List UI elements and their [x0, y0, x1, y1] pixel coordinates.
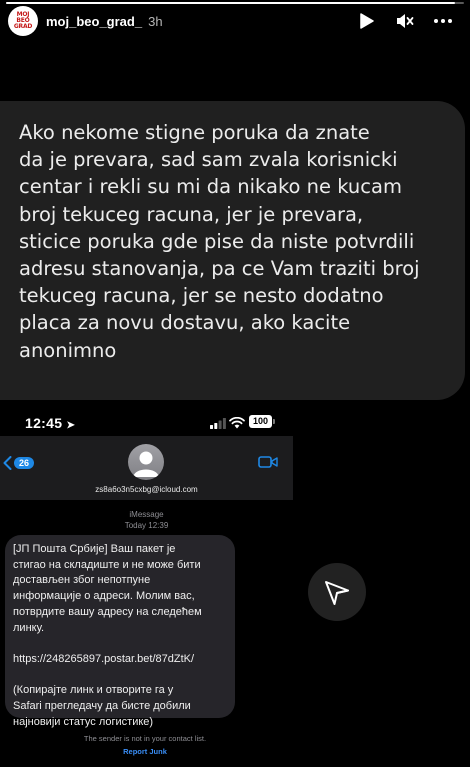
status-bar: 12:45 ➤ 100 — [0, 415, 293, 431]
back-button[interactable]: 26 — [3, 456, 35, 470]
contact-email[interactable]: zs8a6o3n5cxbg@icloud.com — [0, 485, 293, 494]
send-button[interactable] — [308, 563, 366, 621]
story-header: MOJ BEO GRAD moj_beo_grad_ 3h — [0, 4, 470, 38]
mute-icon[interactable] — [396, 12, 414, 30]
imessage-nav: 26 zs8a6o3n5cxbg@icloud.com — [0, 436, 293, 500]
avatar-line-3: GRAD — [13, 23, 33, 30]
sms-text: [ЈП Пошта Србије] Ваш пакет је стигао на… — [13, 543, 202, 728]
avatar[interactable]: MOJ BEO GRAD — [8, 6, 38, 36]
battery-icon: 100 — [249, 415, 275, 428]
report-junk-link[interactable]: Report Junk — [0, 747, 290, 756]
message-meta: iMessage Today 12:39 — [0, 509, 293, 531]
message-overlay-text: Ako nekome stigne poruka da znate da je … — [19, 121, 420, 362]
play-icon[interactable] — [358, 12, 376, 30]
more-icon[interactable] — [434, 12, 452, 30]
post-time: 3h — [148, 13, 163, 29]
username[interactable]: moj_beo_grad_ — [46, 14, 142, 29]
contact-avatar[interactable] — [128, 444, 164, 480]
video-icon[interactable] — [258, 455, 278, 469]
status-time: 12:45 ➤ — [25, 415, 76, 431]
service-label: iMessage — [129, 510, 164, 519]
chevron-left-icon — [3, 456, 12, 470]
signal-icon — [210, 418, 226, 429]
message-timestamp: Today 12:39 — [124, 521, 169, 530]
send-icon — [325, 581, 349, 605]
sender-note: The sender is not in your contact list. — [83, 734, 207, 743]
unread-badge: 26 — [14, 457, 35, 469]
wifi-icon — [229, 417, 245, 429]
